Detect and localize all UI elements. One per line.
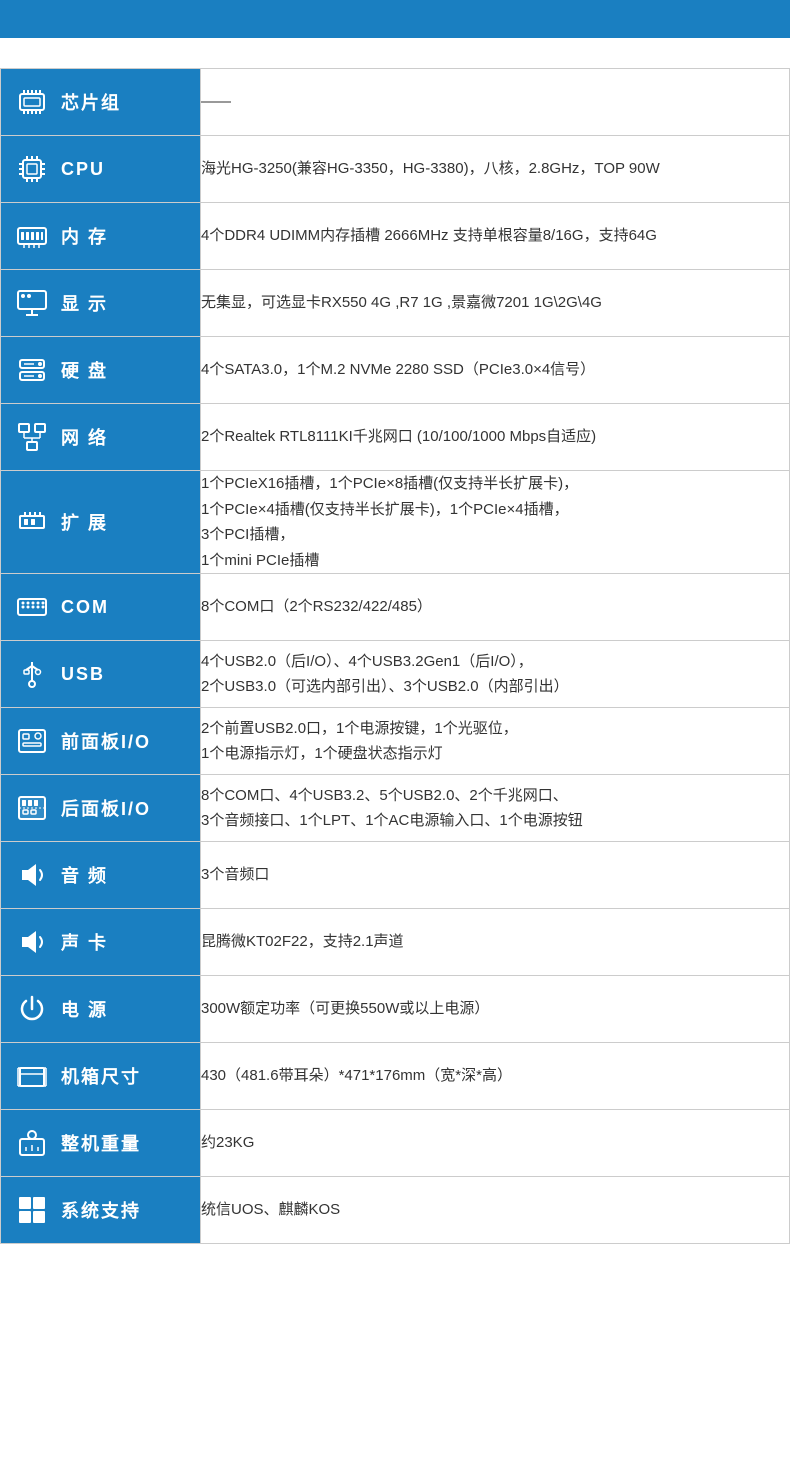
rear-io-label: 后面板I/O	[61, 795, 151, 821]
value-cell-memory: 4个DDR4 UDIMM内存插槽 2666MHz 支持单根容量8/16G，支持6…	[201, 203, 790, 270]
os-label: 系统支持	[61, 1197, 141, 1223]
value-cell-audio: 3个音频口	[201, 842, 790, 909]
weight-label: 整机重量	[61, 1130, 141, 1156]
table-row: 内 存 4个DDR4 UDIMM内存插槽 2666MHz 支持单根容量8/16G，…	[1, 203, 790, 270]
display-label: 显 示	[61, 290, 108, 316]
value-cell-os: 统信UOS、麒麟KOS	[201, 1177, 790, 1244]
cpu-label: CPU	[61, 159, 105, 180]
table-row: 显 示 无集显，可选显卡RX550 4G ,R7 1G ,景嘉微7201 1G\2…	[1, 270, 790, 337]
label-cell-network: 网 络	[1, 404, 201, 471]
expansion-label: 扩 展	[61, 509, 108, 535]
display-icon	[13, 284, 51, 322]
value-cell-display: 无集显，可选显卡RX550 4G ,R7 1G ,景嘉微7201 1G\2G\4…	[201, 270, 790, 337]
value-cell-cpu: 海光HG-3250(兼容HG-3350，HG-3380)，八核，2.8GHz，T…	[201, 136, 790, 203]
table-row: COM 8个COM口（2个RS232/422/485）	[1, 574, 790, 641]
spec-table: 芯片组 —— CPU 海光HG-3250(兼容HG-3350，HG-3380)，八核，…	[0, 68, 790, 1244]
table-row: 系统支持 统信UOS、麒麟KOS	[1, 1177, 790, 1244]
os-icon	[13, 1191, 51, 1229]
value-cell-front-io: 2个前置USB2.0口，1个电源按键，1个光驱位，1个电源指示灯，1个硬盘状态指…	[201, 708, 790, 775]
value-cell-usb: 4个USB2.0（后I/O）、4个USB3.2Gen1（后I/O），2个USB3…	[201, 641, 790, 708]
table-row: 芯片组 ——	[1, 69, 790, 136]
page-header	[0, 0, 790, 38]
memory-icon	[13, 217, 51, 255]
value-cell-com: 8个COM口（2个RS232/422/485）	[201, 574, 790, 641]
table-row: 声 卡 昆腾微KT02F22，支持2.1声道	[1, 909, 790, 976]
label-cell-usb: USB	[1, 641, 201, 708]
case-size-icon	[13, 1057, 51, 1095]
label-cell-weight: 整机重量	[1, 1110, 201, 1177]
label-cell-front-io: 前面板I/O	[1, 708, 201, 775]
value-cell-chipset: ——	[201, 69, 790, 136]
label-cell-com: COM	[1, 574, 201, 641]
label-cell-sound-card: 声 卡	[1, 909, 201, 976]
network-label: 网 络	[61, 424, 108, 450]
chipset-label: 芯片组	[61, 89, 121, 115]
sound-card-label: 声 卡	[61, 929, 108, 955]
table-row: 后面板I/O 8个COM口、4个USB3.2、5个USB2.0、2个千兆网口、3个…	[1, 775, 790, 842]
value-cell-storage: 4个SATA3.0，1个M.2 NVMe 2280 SSD（PCIe3.0×4信…	[201, 337, 790, 404]
audio-icon	[13, 856, 51, 894]
label-cell-memory: 内 存	[1, 203, 201, 270]
spacer	[0, 38, 790, 68]
table-row: 机箱尺寸 430（481.6带耳朵）*471*176mm（宽*深*高）	[1, 1043, 790, 1110]
table-row: 音 频 3个音频口	[1, 842, 790, 909]
chipset-icon	[13, 83, 51, 121]
table-row: 整机重量 约23KG	[1, 1110, 790, 1177]
table-row: 电 源 300W额定功率（可更换550W或以上电源）	[1, 976, 790, 1043]
value-cell-expansion: 1个PCIeX16插槽，1个PCIe×8插槽(仅支持半长扩展卡)，1个PCIe×…	[201, 471, 790, 574]
bottom-spacer	[0, 1244, 790, 1274]
value-cell-sound-card: 昆腾微KT02F22，支持2.1声道	[201, 909, 790, 976]
label-cell-cpu: CPU	[1, 136, 201, 203]
sound-card-icon	[13, 923, 51, 961]
com-icon	[13, 588, 51, 626]
table-row: 硬 盘 4个SATA3.0，1个M.2 NVMe 2280 SSD（PCIe3.0…	[1, 337, 790, 404]
storage-label: 硬 盘	[61, 357, 108, 383]
audio-label: 音 频	[61, 862, 108, 888]
label-cell-chipset: 芯片组	[1, 69, 201, 136]
case-size-label: 机箱尺寸	[61, 1063, 141, 1089]
label-cell-case-size: 机箱尺寸	[1, 1043, 201, 1110]
value-cell-weight: 约23KG	[201, 1110, 790, 1177]
storage-icon	[13, 351, 51, 389]
network-icon	[13, 418, 51, 456]
power-label: 电 源	[61, 996, 108, 1022]
label-cell-rear-io: 后面板I/O	[1, 775, 201, 842]
value-cell-rear-io: 8个COM口、4个USB3.2、5个USB2.0、2个千兆网口、3个音频接口、1…	[201, 775, 790, 842]
label-cell-os: 系统支持	[1, 1177, 201, 1244]
value-cell-network: 2个Realtek RTL8111KI千兆网口 (10/100/1000 Mbp…	[201, 404, 790, 471]
usb-icon	[13, 655, 51, 693]
value-cell-case-size: 430（481.6带耳朵）*471*176mm（宽*深*高）	[201, 1043, 790, 1110]
rear-io-icon	[13, 789, 51, 827]
expansion-icon	[13, 503, 51, 541]
table-row: CPU 海光HG-3250(兼容HG-3350，HG-3380)，八核，2.8GH…	[1, 136, 790, 203]
label-cell-display: 显 示	[1, 270, 201, 337]
power-icon	[13, 990, 51, 1028]
cpu-icon	[13, 150, 51, 188]
label-cell-power: 电 源	[1, 976, 201, 1043]
table-row: 前面板I/O 2个前置USB2.0口，1个电源按键，1个光驱位，1个电源指示灯，1…	[1, 708, 790, 775]
weight-icon	[13, 1124, 51, 1162]
table-row: 扩 展 1个PCIeX16插槽，1个PCIe×8插槽(仅支持半长扩展卡)，1个PC…	[1, 471, 790, 574]
label-cell-expansion: 扩 展	[1, 471, 201, 574]
label-cell-storage: 硬 盘	[1, 337, 201, 404]
value-cell-power: 300W额定功率（可更换550W或以上电源）	[201, 976, 790, 1043]
memory-label: 内 存	[61, 223, 108, 249]
table-row: USB 4个USB2.0（后I/O）、4个USB3.2Gen1（后I/O），2个U…	[1, 641, 790, 708]
label-cell-audio: 音 频	[1, 842, 201, 909]
front-io-label: 前面板I/O	[61, 728, 151, 754]
front-io-icon	[13, 722, 51, 760]
table-row: 网 络 2个Realtek RTL8111KI千兆网口 (10/100/1000 …	[1, 404, 790, 471]
usb-label: USB	[61, 664, 105, 685]
com-label: COM	[61, 597, 109, 618]
